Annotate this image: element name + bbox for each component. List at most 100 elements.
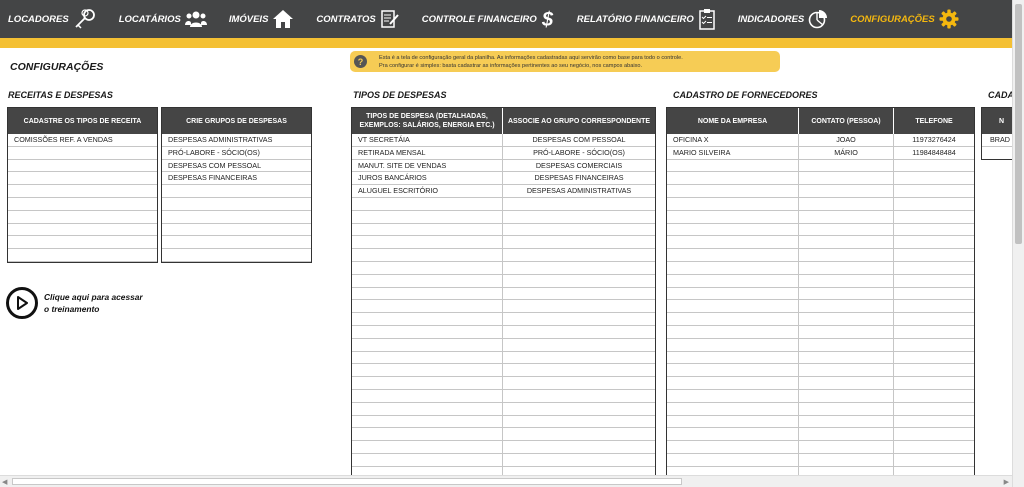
table-cell[interactable] bbox=[667, 274, 799, 287]
table-cell[interactable] bbox=[894, 416, 974, 428]
table-cell[interactable] bbox=[894, 275, 974, 287]
table-cell[interactable]: DESPESAS FINANCEIRAS bbox=[503, 172, 655, 184]
table-cell[interactable]: VT SECRETÁIA bbox=[352, 134, 503, 146]
nav-relatorio-financeiro[interactable]: RELATÓRIO FINANCEIRO bbox=[577, 0, 716, 38]
table-cell[interactable] bbox=[799, 428, 894, 441]
table-cell[interactable] bbox=[162, 211, 311, 223]
table-cell[interactable] bbox=[162, 198, 311, 210]
table-cell[interactable] bbox=[352, 313, 503, 325]
table-cell[interactable]: OFICINA X bbox=[667, 134, 799, 146]
table-cell[interactable] bbox=[162, 249, 311, 261]
table-cell[interactable] bbox=[503, 224, 655, 236]
table-cell[interactable] bbox=[894, 160, 974, 172]
table-cell[interactable] bbox=[352, 453, 503, 466]
table-cell[interactable] bbox=[352, 441, 503, 453]
table-cell[interactable] bbox=[352, 351, 503, 364]
vertical-scrollbar[interactable] bbox=[1012, 0, 1024, 487]
table-cell[interactable] bbox=[799, 236, 894, 249]
table-cell[interactable] bbox=[352, 274, 503, 287]
table-cell[interactable] bbox=[667, 236, 799, 249]
table-cell[interactable]: MANUT. SITE DE VENDAS bbox=[352, 159, 503, 172]
table-cell[interactable] bbox=[894, 390, 974, 402]
table-cell[interactable] bbox=[352, 389, 503, 402]
table-cell[interactable] bbox=[503, 441, 655, 453]
table-cell[interactable] bbox=[894, 352, 974, 364]
table-cell[interactable] bbox=[894, 172, 974, 184]
play-icon[interactable] bbox=[6, 287, 38, 319]
table-cell[interactable] bbox=[352, 287, 503, 300]
table-cell[interactable] bbox=[667, 325, 799, 338]
table-cell[interactable]: DESPESAS COM PESSOAL bbox=[503, 134, 655, 146]
table-cell[interactable] bbox=[667, 210, 799, 223]
table-cell[interactable]: COMISSÕES REF. A VENDAS bbox=[8, 134, 157, 146]
table-cell[interactable] bbox=[503, 249, 655, 261]
table-cell[interactable]: PRÓ-LABORE - SÓCIO(OS) bbox=[503, 147, 655, 159]
table-cell[interactable] bbox=[894, 364, 974, 376]
table-cell[interactable] bbox=[667, 428, 799, 441]
table-cell[interactable] bbox=[799, 313, 894, 325]
table-cell[interactable] bbox=[667, 351, 799, 364]
table-cell[interactable] bbox=[799, 274, 894, 287]
table-cell[interactable] bbox=[503, 198, 655, 210]
table-cell[interactable] bbox=[8, 211, 157, 223]
table-cell[interactable] bbox=[799, 172, 894, 185]
table-cell[interactable] bbox=[667, 415, 799, 428]
table-cell[interactable] bbox=[162, 185, 311, 197]
nav-indicadores[interactable]: INDICADORES bbox=[738, 0, 829, 38]
table-cell[interactable] bbox=[503, 377, 655, 389]
table-cell[interactable] bbox=[8, 185, 157, 197]
table-cell[interactable] bbox=[667, 287, 799, 300]
table-cell[interactable] bbox=[667, 172, 799, 185]
nav-imoveis[interactable]: IMÓVEIS bbox=[229, 0, 295, 38]
table-cell[interactable] bbox=[503, 236, 655, 248]
table-cell[interactable]: DESPESAS FINANCEIRAS bbox=[162, 172, 311, 184]
training-link[interactable]: Clique aqui para acessar o treinamento bbox=[6, 287, 143, 319]
horizontal-scrollbar[interactable]: ◀ ▶ bbox=[0, 475, 1012, 487]
table-cell[interactable] bbox=[503, 275, 655, 287]
table-cell[interactable] bbox=[799, 351, 894, 364]
nav-contratos[interactable]: CONTRATOS bbox=[316, 0, 399, 38]
table-cell[interactable] bbox=[503, 403, 655, 415]
table-cell[interactable] bbox=[8, 160, 157, 172]
table-cell[interactable]: RETIRADA MENSAL bbox=[352, 146, 503, 159]
nav-locadores[interactable]: LOCADORES bbox=[8, 0, 97, 38]
table-cell[interactable] bbox=[8, 147, 157, 159]
table-cell[interactable] bbox=[799, 377, 894, 389]
table-cell[interactable] bbox=[894, 326, 974, 338]
table-cell[interactable] bbox=[799, 453, 894, 466]
table-cell[interactable] bbox=[799, 325, 894, 338]
table-cell[interactable] bbox=[667, 453, 799, 466]
table-cell[interactable]: ALUGUEL ESCRITÓRIO bbox=[352, 185, 503, 197]
scroll-thumb[interactable] bbox=[12, 478, 682, 485]
table-cell[interactable] bbox=[667, 338, 799, 351]
nav-locatarios[interactable]: LOCATÁRIOS bbox=[119, 0, 207, 38]
table-cell[interactable] bbox=[503, 428, 655, 440]
table-cell[interactable] bbox=[352, 415, 503, 428]
table-cell[interactable] bbox=[503, 416, 655, 428]
table-cell[interactable] bbox=[667, 300, 799, 313]
table-cell[interactable] bbox=[667, 389, 799, 402]
table-cell[interactable] bbox=[894, 249, 974, 261]
table-cell[interactable] bbox=[799, 185, 894, 197]
table-cell[interactable] bbox=[894, 198, 974, 210]
table-cell[interactable] bbox=[667, 197, 799, 210]
table-cell[interactable]: DESPESAS ADMINISTRATIVAS bbox=[162, 134, 311, 146]
table-cell[interactable] bbox=[799, 338, 894, 351]
table-cell[interactable] bbox=[503, 300, 655, 312]
table-cell[interactable] bbox=[667, 364, 799, 377]
table-cell[interactable] bbox=[352, 428, 503, 441]
table-cell[interactable] bbox=[503, 326, 655, 338]
table-cell[interactable] bbox=[503, 364, 655, 376]
table-cell[interactable]: JUROS BANCÁRIOS bbox=[352, 172, 503, 185]
table-cell[interactable] bbox=[352, 249, 503, 261]
table-cell[interactable] bbox=[799, 261, 894, 274]
table-cell[interactable] bbox=[503, 211, 655, 223]
table-cell[interactable] bbox=[8, 224, 157, 236]
table-cell[interactable] bbox=[352, 223, 503, 236]
table-cell[interactable] bbox=[667, 223, 799, 236]
table-cell[interactable] bbox=[8, 172, 157, 184]
table-cell[interactable] bbox=[503, 313, 655, 325]
table-cell[interactable]: 11984848484 bbox=[894, 147, 974, 159]
table-cell[interactable] bbox=[352, 300, 503, 313]
table-cell[interactable] bbox=[667, 159, 799, 172]
